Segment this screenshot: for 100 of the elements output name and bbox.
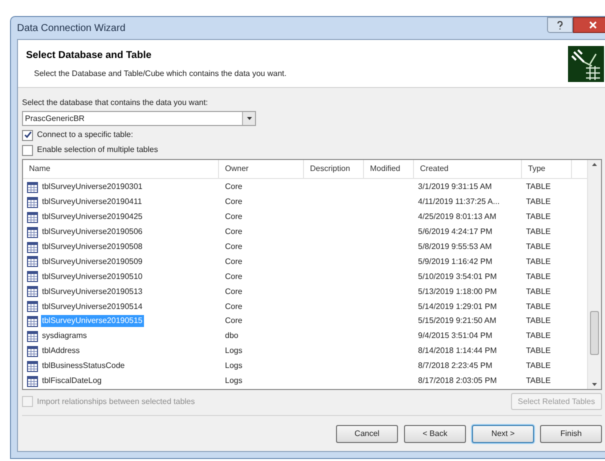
table-name: tblSurveyUniverse20190506 — [41, 226, 144, 238]
table-icon — [27, 330, 38, 342]
table-icon — [27, 196, 38, 208]
table-icon — [27, 301, 38, 312]
type-cell-text: TABLE — [525, 315, 552, 328]
type-cell-text: TABLE — [525, 226, 552, 238]
type-cell-text: TABLE — [525, 241, 552, 253]
table-icon — [27, 212, 38, 223]
created-cell-text: 8/14/2018 1:14:44 PM — [417, 345, 498, 358]
table-name: tblSurveyUniverse20190425 — [41, 211, 144, 224]
owner-cell-text: Core — [224, 286, 244, 298]
type-cell-text: TABLE — [525, 345, 552, 358]
table-icon — [27, 360, 38, 372]
dropdown-button[interactable] — [242, 112, 255, 125]
table-name: tblSurveyUniverse20190301 — [41, 181, 144, 194]
close-button[interactable] — [573, 17, 605, 33]
type-cell-text: TABLE — [525, 270, 552, 283]
created-cell-text: 5/6/2019 4:24:17 PM — [417, 226, 494, 238]
created-cell-text: 3/1/2019 9:31:15 AM — [417, 181, 493, 194]
table-row[interactable]: tblSurveyUniverse20190515 Core 5/15/2019 9:21:50 AM TABLE — [23, 314, 587, 329]
type-cell-text: TABLE — [525, 286, 552, 298]
help-icon — [557, 20, 563, 30]
table-name: tblSurveyUniverse20190509 — [41, 256, 144, 268]
caret-icon — [246, 117, 252, 120]
table-name: tblSurveyUniverse20190515 — [41, 315, 144, 328]
dialog-button[interactable]: Finish — [540, 425, 602, 443]
scroll-up-icon — [592, 163, 597, 166]
created-cell-text: 8/17/2018 2:03:05 PM — [417, 375, 498, 388]
dialog-button[interactable]: Cancel — [336, 425, 398, 443]
table-row[interactable]: tblSurveyUniverse20190301 Core 3/1/2019 9:31:15 AM TABLE — [23, 180, 587, 195]
table-icon — [27, 376, 38, 387]
type-cell-text: TABLE — [525, 300, 552, 313]
created-cell-text: 5/14/2019 1:29:01 PM — [417, 300, 498, 313]
created-cell-text: 5/10/2019 3:54:01 PM — [417, 270, 498, 283]
type-cell-text: TABLE — [525, 375, 552, 388]
column-header[interactable]: Modified — [364, 160, 414, 178]
table-row[interactable]: tblFiscalDateLog Logs 8/17/2018 2:03:05 PM TABLE — [23, 374, 587, 388]
created-cell-text: 5/8/2019 9:55:53 AM — [417, 241, 493, 253]
table-row[interactable]: tblAddress Logs 8/14/2018 1:14:44 PM TABLE — [23, 344, 587, 359]
checkbox[interactable] — [22, 144, 33, 156]
type-cell-text: TABLE — [525, 256, 552, 268]
scroll-down-icon — [592, 383, 597, 386]
column-header[interactable]: Description — [304, 160, 364, 178]
table-row[interactable]: tblSurveyUniverse20190514 Core 5/14/2019 1:29:01 PM TABLE — [23, 299, 587, 314]
table-row[interactable]: tblSurveyUniverse20190411 Core 4/11/2019 11:37:25 A... TABLE — [23, 194, 587, 210]
owner-cell-text: Core — [224, 196, 244, 208]
table-icon — [27, 286, 38, 298]
table-row[interactable]: tblBusinessStatusCode Logs 8/7/2018 2:23:45 PM TABLE — [23, 358, 587, 374]
help-button[interactable] — [547, 17, 573, 33]
owner-cell-text: Core — [224, 315, 244, 328]
owner-cell-text: Core — [224, 241, 244, 253]
checkbox-label: Enable selection of multiple tables — [37, 144, 158, 156]
table-name: tblFiscalDateLog — [41, 375, 103, 388]
table-name: sysdiagrams — [41, 330, 88, 342]
table-row[interactable]: tblSurveyUniverse20190509 Core 5/9/2019 1:16:42 PM TABLE — [23, 254, 587, 270]
created-cell-text: 4/11/2019 11:37:25 A... — [417, 196, 501, 208]
owner-cell-text: Core — [224, 226, 244, 238]
table-row[interactable]: tblSurveyUniverse20190425 Core 4/25/2019 8:01:13 AM TABLE — [23, 210, 587, 225]
table-row[interactable]: tblSurveyUniverse20190508 Core 5/8/2019 9:55:53 AM TABLE — [23, 240, 587, 254]
owner-cell-text: Core — [224, 181, 244, 194]
owner-cell-text: Logs — [224, 345, 244, 358]
created-cell-text: 5/15/2019 9:21:50 AM — [417, 315, 498, 328]
table-icon — [27, 346, 38, 357]
close-icon — [589, 21, 597, 29]
type-cell-text: TABLE — [525, 196, 552, 208]
header-title: Select Database and Table — [26, 49, 152, 63]
type-cell-text: TABLE — [525, 181, 552, 194]
table-row[interactable]: sysdiagrams dbo 9/4/2015 3:51:04 PM TABLE — [23, 328, 587, 344]
dialog-button[interactable]: < Back — [404, 425, 466, 443]
column-header[interactable]: Created — [414, 160, 522, 178]
owner-cell-text: dbo — [224, 330, 240, 342]
table-name: tblSurveyUniverse20190411 — [41, 196, 143, 208]
column-header[interactable]: Name — [23, 160, 219, 178]
header-subtitle: Select the Database and Table/Cube which contains the data you want. — [33, 68, 286, 80]
table-icon — [27, 226, 38, 238]
scrollbar[interactable] — [587, 160, 601, 389]
owner-cell-text: Core — [224, 256, 244, 268]
owner-cell-text: Core — [224, 300, 244, 313]
column-header[interactable]: Owner — [219, 160, 304, 178]
column-header[interactable]: Type — [522, 160, 572, 178]
table-name: tblBusinessStatusCode — [41, 360, 126, 372]
table-icon — [27, 271, 38, 282]
table-icon — [27, 242, 38, 252]
table-row[interactable]: tblSurveyUniverse20190513 Core 5/13/2019 1:18:00 PM TABLE — [23, 284, 587, 300]
table-row[interactable]: tblSurveyUniverse20190510 Core 5/10/2019 3:54:01 PM TABLE — [23, 269, 587, 284]
table-name: tblAddress — [41, 345, 81, 358]
type-cell-text: TABLE — [525, 330, 552, 342]
checkbox[interactable] — [22, 130, 33, 140]
owner-cell-text: Logs — [224, 375, 244, 388]
table-name: tblSurveyUniverse20190510 — [41, 270, 144, 283]
scroll-thumb[interactable] — [590, 311, 599, 355]
table-row[interactable]: tblSurveyUniverse20190506 Core 5/6/2019 4:24:17 PM TABLE — [23, 224, 587, 240]
window-title: Data Connection Wizard — [17, 22, 126, 36]
dialog-button[interactable]: Next > — [472, 425, 534, 443]
owner-cell-text: Logs — [224, 360, 244, 372]
checkbox-label: Connect to a specific table: — [37, 129, 134, 141]
table-name: tblSurveyUniverse20190514 — [41, 300, 144, 313]
created-cell-text: 5/9/2019 1:16:42 PM — [417, 256, 494, 268]
database-label: Select the database that contains the data you want: — [22, 97, 209, 109]
database-dropdown[interactable]: PrascGenericBR — [22, 111, 256, 126]
